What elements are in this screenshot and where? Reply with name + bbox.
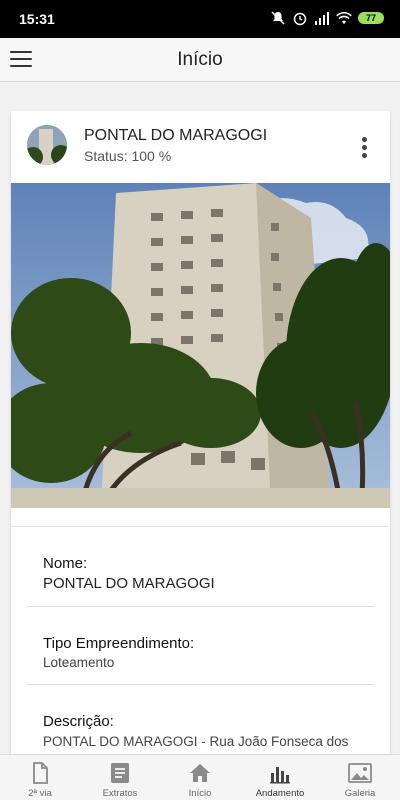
document-icon (33, 762, 48, 784)
nav-item-extratos[interactable]: Extratos (80, 755, 160, 800)
tipo-label: Tipo Empreendimento: (43, 635, 195, 652)
page-title: Início (177, 49, 223, 70)
project-details: Nome: PONTAL DO MARAGOGI Tipo Empreendim… (11, 526, 390, 754)
battery-icon: 77 (358, 12, 384, 24)
status-icons: 77 (270, 10, 384, 26)
alarm-icon (293, 12, 307, 26)
bottom-nav: 2ª via Extratos Início Andamento Galeria (0, 754, 400, 800)
descricao-label: Descrição: (43, 713, 114, 730)
nome-label: Nome: (43, 555, 88, 572)
bar-chart-icon (270, 767, 290, 784)
more-icon-dot (362, 145, 367, 150)
status-time: 15:31 (19, 11, 55, 27)
nav-label-2a-via: 2ª via (28, 788, 52, 799)
project-card: PONTAL DO MARAGOGI Status: 100 % Nome: P… (11, 111, 390, 754)
field-descricao: Descrição: PONTAL DO MARAGOGI - Rua João… (27, 685, 374, 754)
project-title: PONTAL DO MARAGOGI (84, 127, 268, 144)
nome-value: PONTAL DO MARAGOGI (43, 575, 215, 592)
nav-label-galeria: Galeria (344, 788, 376, 799)
list-icon (111, 763, 129, 783)
field-tipo: Tipo Empreendimento: Loteamento (27, 607, 374, 685)
gallery-icon (348, 763, 372, 783)
project-status: Status: 100 % (84, 148, 172, 164)
mute-icon (271, 11, 285, 25)
nav-label-extratos: Extratos (102, 788, 138, 799)
more-icon-dot (362, 137, 367, 142)
main-content[interactable]: PONTAL DO MARAGOGI Status: 100 % Nome: P… (0, 83, 400, 754)
status-bar: 15:31 77 (0, 0, 400, 38)
project-avatar (27, 125, 67, 165)
wifi-icon (336, 12, 352, 24)
nav-item-inicio[interactable]: Início (160, 755, 240, 800)
app-bar: Início (0, 38, 400, 82)
more-icon-dot (362, 153, 367, 158)
signal-icon (315, 12, 329, 25)
home-icon (190, 764, 210, 782)
more-options-button[interactable] (362, 137, 368, 159)
nav-item-2a-via[interactable]: 2ª via (0, 755, 80, 800)
project-photo (11, 183, 390, 508)
nav-label-andamento: Andamento (255, 788, 305, 799)
nav-label-inicio: Início (188, 788, 212, 799)
field-nome: Nome: PONTAL DO MARAGOGI (27, 527, 374, 607)
nav-item-andamento[interactable]: Andamento (240, 755, 320, 800)
card-header: PONTAL DO MARAGOGI Status: 100 % (11, 111, 390, 183)
tipo-value: Loteamento (43, 655, 115, 670)
nav-item-galeria[interactable]: Galeria (320, 755, 400, 800)
descricao-value: PONTAL DO MARAGOGI - Rua João Fonseca do… (43, 734, 349, 754)
